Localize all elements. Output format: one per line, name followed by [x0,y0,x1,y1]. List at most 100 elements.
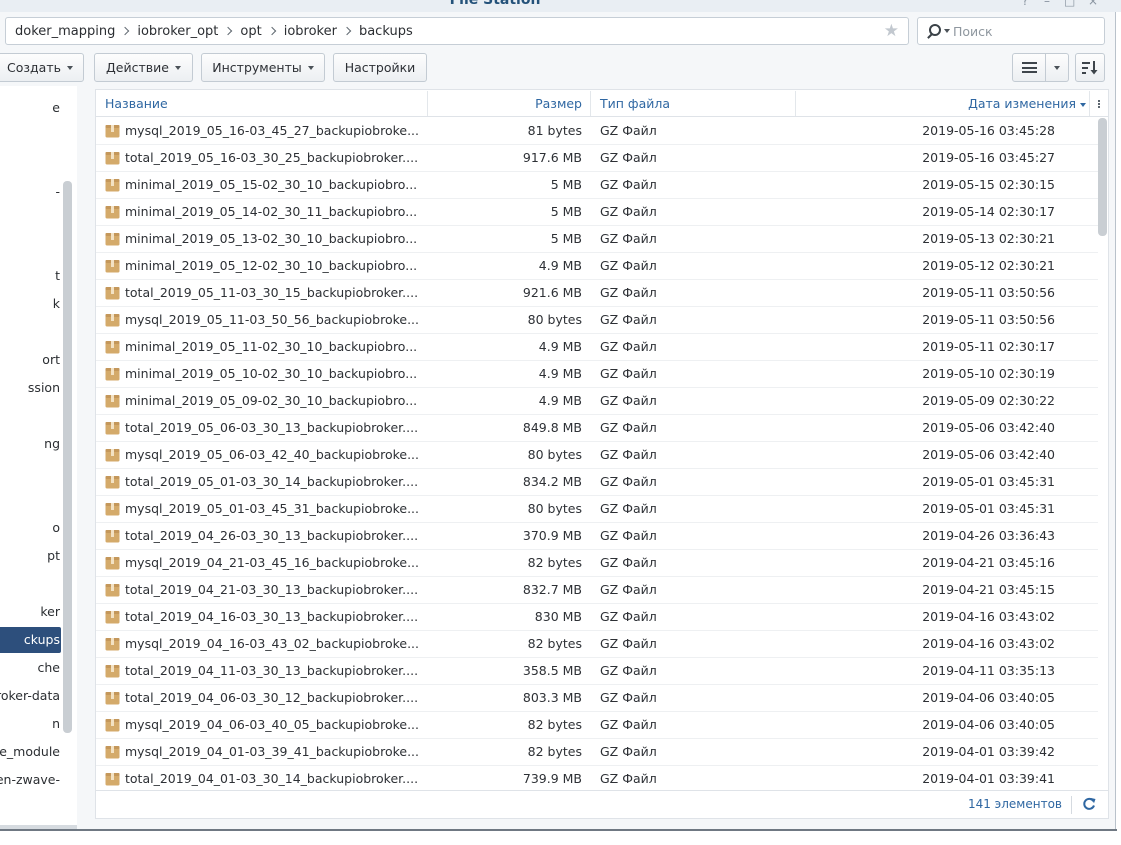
breadcrumb-item[interactable]: iobroker [284,24,337,39]
sidebar-item[interactable] [0,207,61,233]
star-icon[interactable]: ★ [884,21,899,41]
table-row[interactable]: total_2019_04_11-03_30_13_backupiobroker… [96,658,1098,685]
table-row[interactable]: total_2019_04_26-03_30_13_backupiobroker… [96,523,1098,550]
settings-button[interactable]: Настройки [333,53,427,82]
sidebar-item[interactable] [0,235,61,261]
table-row[interactable]: mysql_2019_05_11-03_50_56_backupiobroke.… [96,307,1098,334]
table-row[interactable]: total_2019_05_11-03_30_15_backupiobroker… [96,280,1098,307]
table-row[interactable]: total_2019_04_16-03_30_13_backupiobroker… [96,604,1098,631]
file-size: 849.8 MB [522,420,582,435]
view-mode-dropdown[interactable] [1046,53,1069,82]
column-header-type[interactable]: Тип файла [600,90,670,117]
sidebar-item[interactable] [0,571,61,597]
table-row[interactable]: minimal_2019_05_11-02_30_10_backupiobro.… [96,334,1098,361]
sidebar-item[interactable] [0,487,61,513]
file-modified-date: 2019-05-06 03:42:40 [922,420,1055,435]
chevron-down-icon[interactable] [944,29,950,33]
maximize-icon[interactable]: □ [1064,0,1075,8]
sidebar-item[interactable]: t [0,263,61,289]
table-row[interactable]: total_2019_05_16-03_30_25_backupiobroker… [96,145,1098,172]
minimize-icon[interactable]: – [1044,0,1050,8]
column-divider[interactable] [590,91,591,116]
column-header-date[interactable]: Дата изменения [796,90,1086,117]
sidebar-item[interactable]: e [0,95,61,121]
file-size: 4.9 MB [538,339,582,354]
search-input[interactable] [953,23,1093,39]
table-row[interactable]: minimal_2019_05_13-02_30_10_backupiobro.… [96,226,1098,253]
table-row[interactable]: total_2019_04_06-03_30_12_backupiobroker… [96,685,1098,712]
list-view-button[interactable] [1012,53,1046,82]
table-scrollbar[interactable] [1098,118,1107,236]
file-size: 803.3 MB [522,690,582,705]
file-modified-date: 2019-04-11 03:35:13 [922,663,1055,678]
file-size: 81 bytes [527,123,582,138]
sidebar-item[interactable]: o [0,515,61,541]
sidebar-item[interactable]: broker-data [0,683,61,709]
table-row[interactable]: mysql_2019_04_06-03_40_05_backupiobroke.… [96,712,1098,739]
sidebar: e - tk ort ssion ng o pt ker ckups che broker-data n… [0,86,77,829]
sidebar-item[interactable] [0,123,61,149]
table-row[interactable]: total_2019_05_06-03_30_13_backupiobroker… [96,415,1098,442]
sidebar-item[interactable]: de_module [0,739,61,765]
sidebar-item[interactable] [0,403,61,429]
column-header-size[interactable]: Размер [427,90,582,117]
search-icon[interactable] [926,23,941,39]
table-row[interactable]: minimal_2019_05_10-02_30_10_backupiobro.… [96,361,1098,388]
sidebar-item[interactable]: k [0,291,61,317]
breadcrumb-item[interactable]: iobroker_opt [137,24,218,39]
table-row[interactable]: minimal_2019_05_09-02_30_10_backupiobro.… [96,388,1098,415]
table-row[interactable]: mysql_2019_05_16-03_45_27_backupiobroke.… [96,118,1098,145]
archive-file-icon [105,260,120,273]
help-icon[interactable]: ? [1022,0,1028,8]
table-row[interactable]: mysql_2019_05_01-03_45_31_backupiobroke.… [96,496,1098,523]
breadcrumb-item[interactable]: opt [240,24,261,39]
file-type: GZ Файл [600,663,657,678]
tools-button[interactable]: Инструменты [201,53,325,82]
sidebar-item[interactable]: ort [0,347,61,373]
file-type: GZ Файл [600,339,657,354]
breadcrumb-item[interactable]: backups [359,24,413,39]
archive-file-icon [105,125,120,138]
column-divider[interactable] [1089,91,1090,116]
sidebar-item[interactable]: ssion [0,375,61,401]
table-row[interactable]: mysql_2019_05_06-03_42_40_backupiobroke.… [96,442,1098,469]
sort-button[interactable] [1075,53,1105,82]
sidebar-item-selected[interactable]: ckups [0,627,61,653]
table-row[interactable]: mysql_2019_04_21-03_45_16_backupiobroke.… [96,550,1098,577]
close-icon[interactable]: × [1088,0,1098,8]
sidebar-item[interactable]: pt [0,543,61,569]
sidebar-scrollbar[interactable] [63,181,72,733]
sidebar-item[interactable] [0,459,61,485]
column-options-icon[interactable] [1098,100,1100,102]
file-name: mysql_2019_05_06-03_42_40_backupiobroke.… [125,447,419,462]
sidebar-item[interactable]: n [0,711,61,737]
action-button[interactable]: Действие [94,53,193,82]
table-row[interactable]: total_2019_04_21-03_30_13_backupiobroker… [96,577,1098,604]
column-header-name[interactable]: Название [105,90,168,117]
sidebar-item[interactable]: ng [0,431,61,457]
refresh-icon[interactable] [1082,797,1096,811]
file-size: 80 bytes [527,312,582,327]
table-row[interactable]: mysql_2019_04_16-03_43_02_backupiobroke.… [96,631,1098,658]
archive-file-icon [105,422,120,435]
file-type: GZ Файл [600,312,657,327]
sidebar-item[interactable]: che [0,655,61,681]
table-row[interactable]: total_2019_05_01-03_30_14_backupiobroker… [96,469,1098,496]
sidebar-item[interactable]: ker [0,599,61,625]
sidebar-item-label: ckups [23,632,60,647]
sidebar-horizontal-scrollbar[interactable] [0,825,77,829]
sidebar-item-label: t [55,268,60,283]
sidebar-item[interactable]: - [0,179,61,205]
table-row[interactable]: total_2019_04_01-03_30_14_backupiobroker… [96,766,1098,790]
sidebar-item[interactable] [0,319,61,345]
table-row[interactable]: minimal_2019_05_12-02_30_10_backupiobro.… [96,253,1098,280]
chevron-down-icon [307,65,314,70]
sidebar-item[interactable] [0,151,61,177]
sidebar-item[interactable]: en-zwave- [0,767,61,793]
table-row[interactable]: mysql_2019_04_01-03_39_41_backupiobroke.… [96,739,1098,766]
table-row[interactable]: minimal_2019_05_15-02_30_10_backupiobro.… [96,172,1098,199]
file-type: GZ Файл [600,393,657,408]
create-button[interactable]: Создать [0,53,84,82]
table-row[interactable]: minimal_2019_05_14-02_30_11_backupiobro.… [96,199,1098,226]
breadcrumb-item[interactable]: doker_mapping [15,24,115,39]
